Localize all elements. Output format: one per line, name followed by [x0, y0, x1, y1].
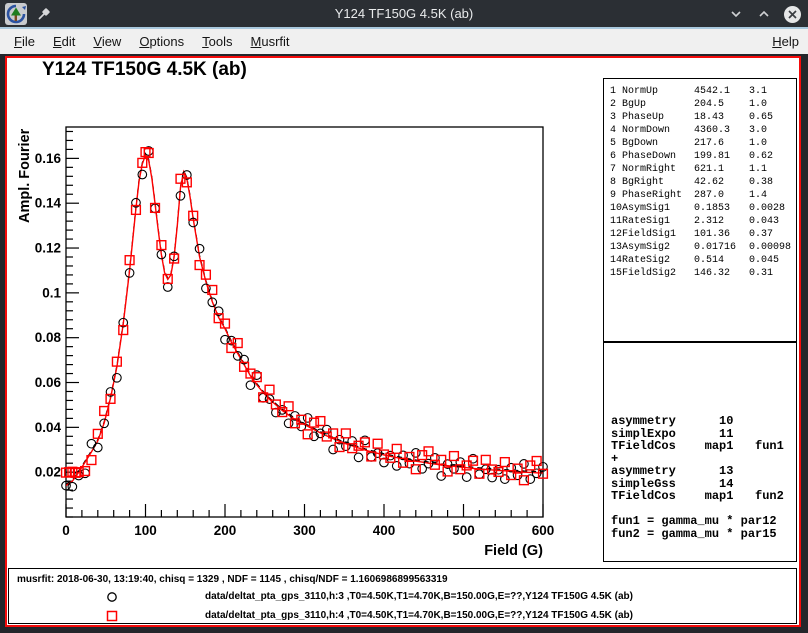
app-window: Y124 TF150G 4.5K (ab) FileEditViewOption…: [0, 0, 808, 633]
theory-box: asymmetry 10 simplExpo 11 TFieldCos map1…: [603, 342, 797, 562]
svg-text:0.12: 0.12: [35, 241, 61, 256]
param-row: 11RateSig12.3120.043: [604, 215, 796, 228]
param-row: 9PhaseRight287.01.4: [604, 189, 796, 202]
svg-text:0.02: 0.02: [35, 465, 61, 480]
param-row: 2BgUp204.51.0: [604, 98, 796, 111]
svg-text:600: 600: [532, 523, 555, 538]
window-title: Y124 TF150G 4.5K (ab): [0, 0, 808, 28]
legend-label: data/deltat_pta_gps_3110,h:3 ,T0=4.50K,T…: [205, 591, 633, 602]
menu-item-file[interactable]: File: [5, 29, 44, 54]
plot-frame: [66, 127, 543, 517]
fourier-plot[interactable]: 0.02 0.04 0.06 0.08 0.1 0.12 0.14 0.16 0 100 200 30…: [7, 58, 601, 566]
minimize-button[interactable]: [726, 4, 746, 24]
param-row: 8BgRight42.620.38: [604, 176, 796, 189]
menu-item-edit[interactable]: Edit: [44, 29, 84, 54]
menu-item-view[interactable]: View: [84, 29, 130, 54]
param-row: 10AsymSig10.18530.0028: [604, 202, 796, 215]
close-button[interactable]: [782, 4, 802, 24]
svg-text:0.14: 0.14: [35, 196, 62, 211]
svg-text:0: 0: [62, 523, 70, 538]
fit-curves: [66, 154, 543, 486]
axis-tick-labels: 0.02 0.04 0.06 0.08 0.1 0.12 0.14 0.16 0 100 200 30…: [35, 151, 555, 538]
menubar: FileEditViewOptionsToolsMusrfit Help: [0, 29, 808, 54]
param-row: 1NormUp4542.13.1: [604, 85, 796, 98]
fit-parameters-table: 1NormUp4542.13.12BgUp204.51.03PhaseUp18.…: [604, 85, 796, 280]
x-axis-title: Field (G): [484, 543, 543, 559]
param-row: 5BgDown217.61.0: [604, 137, 796, 150]
legend-pad: musrfit: 2018-06-30, 13:19:40, chisq = 1…: [8, 568, 797, 624]
svg-text:0.06: 0.06: [35, 375, 62, 390]
param-row: 6PhaseDown199.810.62: [604, 150, 796, 163]
svg-text:300: 300: [293, 523, 316, 538]
svg-text:200: 200: [214, 523, 237, 538]
param-row: 12FieldSig1101.360.37: [604, 228, 796, 241]
menu-item-musrfit[interactable]: Musrfit: [242, 29, 299, 54]
svg-text:0.16: 0.16: [35, 151, 62, 166]
maximize-button[interactable]: [754, 4, 774, 24]
theory-text: asymmetry 10 simplExpo 11 TFieldCos map1…: [604, 342, 796, 540]
param-row: 7NormRight621.11.1: [604, 163, 796, 176]
fit-curve-black-dashed: [66, 154, 543, 485]
param-row: 14RateSig20.5140.045: [604, 254, 796, 267]
fit-status-line: musrfit: 2018-06-30, 13:19:40, chisq = 1…: [17, 574, 448, 585]
param-row: 15FieldSig2146.320.31: [604, 267, 796, 280]
legend-row: data/deltat_pta_gps_3110,h:4 ,T0=4.50K,T…: [9, 609, 796, 623]
svg-text:0.1: 0.1: [42, 285, 61, 300]
legend-row: data/deltat_pta_gps_3110,h:3 ,T0=4.50K,T…: [9, 590, 796, 604]
y-axis-title: Ampl. Fourier: [17, 128, 33, 223]
param-row: 3PhaseUp18.430.65: [604, 111, 796, 124]
circle-marker-icon: [105, 590, 119, 604]
legend-label: data/deltat_pta_gps_3110,h:4 ,T0=4.50K,T…: [205, 610, 633, 621]
param-row: 13AsymSig20.017160.00098: [604, 241, 796, 254]
menu-item-help[interactable]: Help: [763, 29, 808, 54]
param-row: 4NormDown4360.33.0: [604, 124, 796, 137]
svg-text:0.04: 0.04: [35, 420, 62, 435]
fit-parameters-box: 1NormUp4542.13.12BgUp204.51.03PhaseUp18.…: [603, 78, 797, 342]
svg-text:0.08: 0.08: [35, 330, 62, 345]
svg-text:100: 100: [134, 523, 157, 538]
svg-text:400: 400: [373, 523, 396, 538]
svg-text:500: 500: [452, 523, 475, 538]
root-canvas[interactable]: Y124 TF150G 4.5K (ab) 0.020.040.060.080.…: [5, 56, 801, 627]
square-marker-icon: [105, 609, 119, 623]
menu-item-options[interactable]: Options: [130, 29, 193, 54]
titlebar: Y124 TF150G 4.5K (ab): [0, 0, 808, 28]
fit-curve-red: [66, 155, 543, 486]
menu-item-tools[interactable]: Tools: [193, 29, 241, 54]
